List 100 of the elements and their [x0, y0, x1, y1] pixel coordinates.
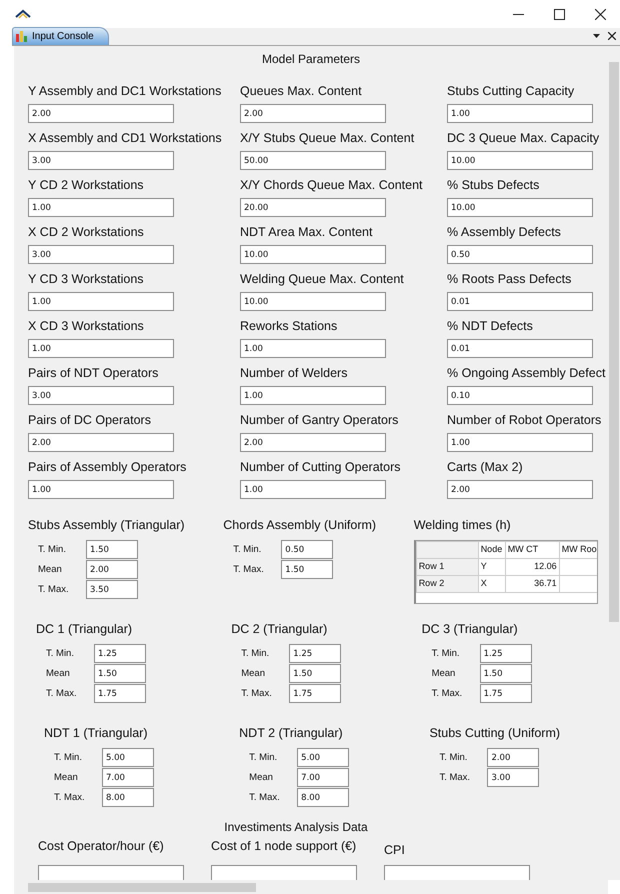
- input-field[interactable]: 0.50: [281, 540, 334, 559]
- tab[interactable]: Input Console: [12, 27, 109, 45]
- field-label: Carts (Max 2): [447, 459, 524, 476]
- input-field[interactable]: 5.00: [297, 748, 350, 767]
- input-field[interactable]: 20.00: [240, 198, 386, 217]
- close-icon[interactable]: [608, 32, 616, 40]
- input-field[interactable]: 2.00: [240, 104, 386, 123]
- field-label: Welding Queue Max. Content: [240, 271, 405, 288]
- field-label: NDT Area Max. Content: [240, 224, 374, 241]
- field-label: Number of Welders: [240, 365, 348, 382]
- input-field[interactable]: 1.00: [240, 480, 386, 499]
- input-field[interactable]: 1.75: [480, 684, 532, 703]
- input-field[interactable]: 1.00: [28, 480, 174, 499]
- input-field[interactable]: 2.00: [240, 433, 386, 452]
- input-field[interactable]: 7.00: [102, 768, 154, 787]
- input-field[interactable]: 2.00: [86, 560, 138, 579]
- input-field[interactable]: 0.50: [447, 245, 593, 264]
- field-label: X/Y Stubs Queue Max. Content: [240, 130, 416, 147]
- input-field[interactable]: 2.00: [447, 480, 593, 499]
- field-label: T. Max.: [432, 686, 464, 701]
- field-label: Cost Operator/hour (€): [38, 838, 165, 855]
- row-header[interactable]: Row 1: [416, 558, 478, 576]
- field-label: T. Max.: [233, 562, 265, 577]
- input-field[interactable]: 1.00: [240, 386, 386, 405]
- field-label: Pairs of DC Operators: [28, 412, 152, 429]
- horizontal-scrollbar[interactable]: [14, 880, 608, 894]
- close-icon[interactable]: [595, 8, 606, 20]
- field-label: T. Min.: [432, 646, 461, 661]
- dropdown-caret-icon[interactable]: [593, 34, 600, 38]
- field-label: Mean: [241, 666, 266, 681]
- field-label: T. Max.: [249, 790, 281, 805]
- input-field[interactable]: 0.10: [447, 386, 593, 405]
- field-label: Mean: [38, 562, 63, 577]
- group-title: NDT 2 (Triangular): [239, 725, 344, 742]
- field-label: Cost of 1 node support (€): [211, 838, 358, 855]
- field-label: Queues Max. Content: [240, 83, 363, 100]
- field-label: T. Max.: [46, 686, 78, 701]
- input-field[interactable]: 0.01: [447, 339, 593, 358]
- field-label: Mean: [249, 770, 274, 785]
- input-field[interactable]: 1.50: [289, 664, 342, 683]
- group-title: Welding times (h): [414, 517, 512, 534]
- group-title: DC 1 (Triangular): [36, 621, 134, 638]
- input-field[interactable]: 3.00: [487, 768, 540, 787]
- field-label: T. Max.: [54, 790, 86, 805]
- input-field[interactable]: 10.00: [240, 292, 386, 311]
- field-label: % Stubs Defects: [447, 177, 540, 194]
- input-field[interactable]: 1.75: [94, 684, 146, 703]
- input-field[interactable]: 2.00: [28, 433, 174, 452]
- input-field[interactable]: 5.00: [102, 748, 154, 767]
- input-field[interactable]: 50.00: [240, 151, 386, 170]
- input-field[interactable]: [384, 865, 530, 880]
- input-field[interactable]: 8.00: [102, 788, 154, 807]
- section-title: Investiments Analysis Data: [223, 819, 369, 836]
- input-field[interactable]: 3.00: [28, 386, 174, 405]
- input-field[interactable]: 7.00: [297, 768, 350, 787]
- input-field[interactable]: 1.00: [28, 198, 174, 217]
- field-label: Number of Cutting Operators: [240, 459, 402, 476]
- input-field[interactable]: 1.25: [94, 644, 146, 663]
- input-field[interactable]: 1.25: [289, 644, 342, 663]
- group-title: Stubs Cutting (Uniform): [429, 725, 562, 742]
- input-field[interactable]: 1.00: [447, 433, 593, 452]
- input-field[interactable]: 1.00: [447, 104, 593, 123]
- input-field[interactable]: 1.50: [281, 560, 334, 579]
- input-field[interactable]: 1.00: [240, 339, 386, 358]
- input-field[interactable]: 10.00: [447, 151, 593, 170]
- bar-chart-icon: [16, 31, 28, 42]
- maximize-icon[interactable]: [554, 8, 565, 20]
- group-title: Chords Assembly (Uniform): [223, 517, 378, 534]
- input-field[interactable]: [38, 865, 184, 880]
- field-label: Y CD 2 Workstations: [28, 177, 145, 194]
- input-field[interactable]: 0.01: [447, 292, 593, 311]
- field-label: Stubs Cutting Capacity: [447, 83, 576, 100]
- input-field[interactable]: 1.25: [480, 644, 532, 663]
- input-field[interactable]: 3.00: [28, 245, 174, 264]
- field-label: Y CD 3 Workstations: [28, 271, 145, 288]
- group-title: NDT 1 (Triangular): [44, 725, 148, 742]
- field-label: X CD 2 Workstations: [28, 224, 145, 241]
- field-label: T. Min.: [233, 542, 262, 557]
- input-field[interactable]: 1.50: [480, 664, 532, 683]
- table-cell: X: [478, 575, 506, 592]
- field-label: X/Y Chords Queue Max. Content: [240, 177, 424, 194]
- input-field[interactable]: 1.50: [94, 664, 146, 683]
- input-field[interactable]: 10.00: [240, 245, 386, 264]
- column-header: Node: [478, 541, 506, 558]
- input-field[interactable]: 10.00: [447, 198, 593, 217]
- row-header[interactable]: Row 2: [416, 575, 478, 592]
- input-field[interactable]: 2.00: [487, 748, 540, 767]
- vertical-scrollbar[interactable]: [608, 46, 620, 880]
- input-field[interactable]: [211, 865, 357, 880]
- input-field[interactable]: 3.00: [28, 151, 174, 170]
- table-cell: 36.71: [505, 575, 560, 592]
- input-field[interactable]: 1.50: [86, 540, 138, 559]
- input-field[interactable]: 1.00: [28, 339, 174, 358]
- input-field[interactable]: 3.50: [86, 580, 138, 599]
- input-field[interactable]: 2.00: [28, 104, 174, 123]
- input-field[interactable]: 1.75: [289, 684, 342, 703]
- field-label: % NDT Defects: [447, 318, 534, 335]
- input-field[interactable]: 1.00: [28, 292, 174, 311]
- field-label: T. Max.: [241, 686, 273, 701]
- input-field[interactable]: 8.00: [297, 788, 350, 807]
